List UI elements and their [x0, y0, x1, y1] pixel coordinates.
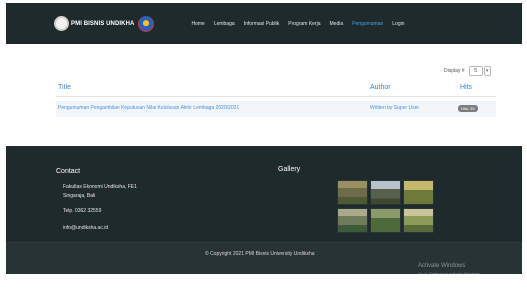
contact-title: Contact	[56, 168, 81, 175]
nav-login[interactable]: Login	[392, 21, 404, 27]
brand-text: PMI BISNIS UNDIKHA	[71, 20, 135, 27]
gallery-photo[interactable]	[403, 180, 434, 205]
brand[interactable]: PMI BISNIS UNDIKHA	[54, 15, 155, 32]
gallery-photo[interactable]	[337, 208, 368, 233]
nav-pengumuman[interactable]: Pengumuman	[352, 21, 383, 27]
watermark-subtitle: Go to Settings to activate Windows.	[418, 271, 482, 276]
gallery-grid	[337, 180, 434, 233]
watermark-title: Activate Windows	[418, 263, 466, 269]
main-nav: Home Lembaga Informasi Publik Program Ke…	[191, 21, 413, 27]
emblem-icon	[138, 15, 155, 32]
gallery-title: Gallery	[278, 166, 301, 173]
nav-home[interactable]: Home	[191, 21, 204, 27]
article-author: Written by Super User	[370, 105, 420, 111]
col-title-header[interactable]: Title	[58, 84, 71, 91]
col-author-header[interactable]: Author	[370, 84, 391, 91]
table-header: Title Author Hits	[56, 82, 496, 97]
hits-badge: Hits: 39	[458, 105, 478, 112]
table-row: Pengumuman Pengambilan Keputusan Nilai K…	[56, 101, 496, 117]
logo-icon	[54, 16, 69, 31]
contact-phone: Telp. 0362 32559	[63, 208, 102, 214]
footer: Contact Fakultas Ekonomi Undiksha, FE1 S…	[6, 146, 522, 276]
contact-city: Singaraja, Bali	[63, 193, 96, 199]
top-navbar: PMI BISNIS UNDIKHA Home Lembaga Informas…	[6, 3, 522, 44]
nav-lembaga[interactable]: Lembaga	[214, 21, 235, 27]
display-label: Display #	[444, 68, 465, 74]
contact-email[interactable]: info@undiksha.ac.id	[63, 225, 108, 231]
contact-address: Fakultas Ekonomi Undiksha, FE1	[63, 184, 137, 190]
chevron-down-icon[interactable]: ▾	[483, 66, 491, 76]
activation-watermark: Activate Windows Go to Settings to activ…	[418, 263, 481, 276]
gallery-photo[interactable]	[403, 208, 434, 233]
gallery-photo[interactable]	[337, 180, 368, 205]
nav-informasi-publik[interactable]: Informasi Publik	[244, 21, 280, 27]
articles-table: Title Author Hits Pengumuman Pengambilan…	[56, 82, 496, 117]
display-select[interactable]: 5	[468, 66, 483, 76]
gallery-photo[interactable]	[370, 208, 401, 233]
copyright-text: © Copyright 2021 PMI Bisnis University U…	[205, 251, 315, 257]
display-controls: Display # 5 ▾	[444, 66, 491, 76]
nav-program-kerja[interactable]: Program Kerja	[288, 21, 320, 27]
article-title-link[interactable]: Pengumuman Pengambilan Keputusan Nilai K…	[58, 105, 239, 111]
col-hits-header[interactable]: Hits	[460, 84, 472, 91]
page: PMI BISNIS UNDIKHA Home Lembaga Informas…	[0, 0, 527, 295]
nav-media[interactable]: Media	[330, 21, 344, 27]
gallery-photo[interactable]	[370, 180, 401, 205]
